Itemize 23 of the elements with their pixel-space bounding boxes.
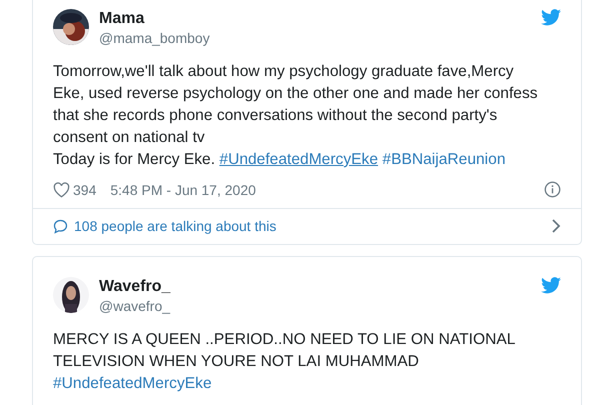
author-name: Wavefro_ <box>99 277 172 297</box>
hashtag-link[interactable]: #BBNaijaReunion <box>382 151 506 168</box>
hashtag-link[interactable]: #UndefeatedMercyEke <box>53 375 212 392</box>
hashtag-link[interactable]: #UndefeatedMercyEke <box>219 151 378 168</box>
bird-icon[interactable] <box>541 277 561 294</box>
heart-icon[interactable] <box>53 182 70 198</box>
tweet-text: that she records phone conversations without the second party's <box>53 107 498 124</box>
bird-icon[interactable] <box>541 9 561 26</box>
tweet-text: Today is for Mercy Eke. <box>53 151 216 168</box>
tweet-text: TELEVISION WHEN YOURE NOT LAI MUHAMMAD <box>53 353 419 370</box>
speech-bubble-icon[interactable] <box>53 218 68 234</box>
author-name: Mama <box>99 9 146 29</box>
tweet-text: Eke, used reverse psychology on the other one and made her confess <box>53 85 538 102</box>
tweet-text: MERCY IS A QUEEN ..PERIOD..NO NEED TO LIE ON NATIONAL <box>53 331 516 348</box>
tweet-text: Tomorrow,we'll talk about how my psychology graduate fave,Mercy <box>53 63 514 80</box>
tweet-timestamp[interactable]: 5:48 PM - Jun 17, 2020 <box>110 182 256 198</box>
info-icon[interactable] <box>544 181 561 198</box>
tweet-text: consent on national tv <box>53 129 205 146</box>
author-handle: @mama_bomboy <box>99 29 211 47</box>
like-count: 394 <box>73 182 96 198</box>
conversation-link[interactable]: 108 people are talking about this <box>74 218 545 234</box>
chevron-right-icon[interactable] <box>551 219 561 233</box>
author-handle: @wavefro_ <box>99 297 172 315</box>
